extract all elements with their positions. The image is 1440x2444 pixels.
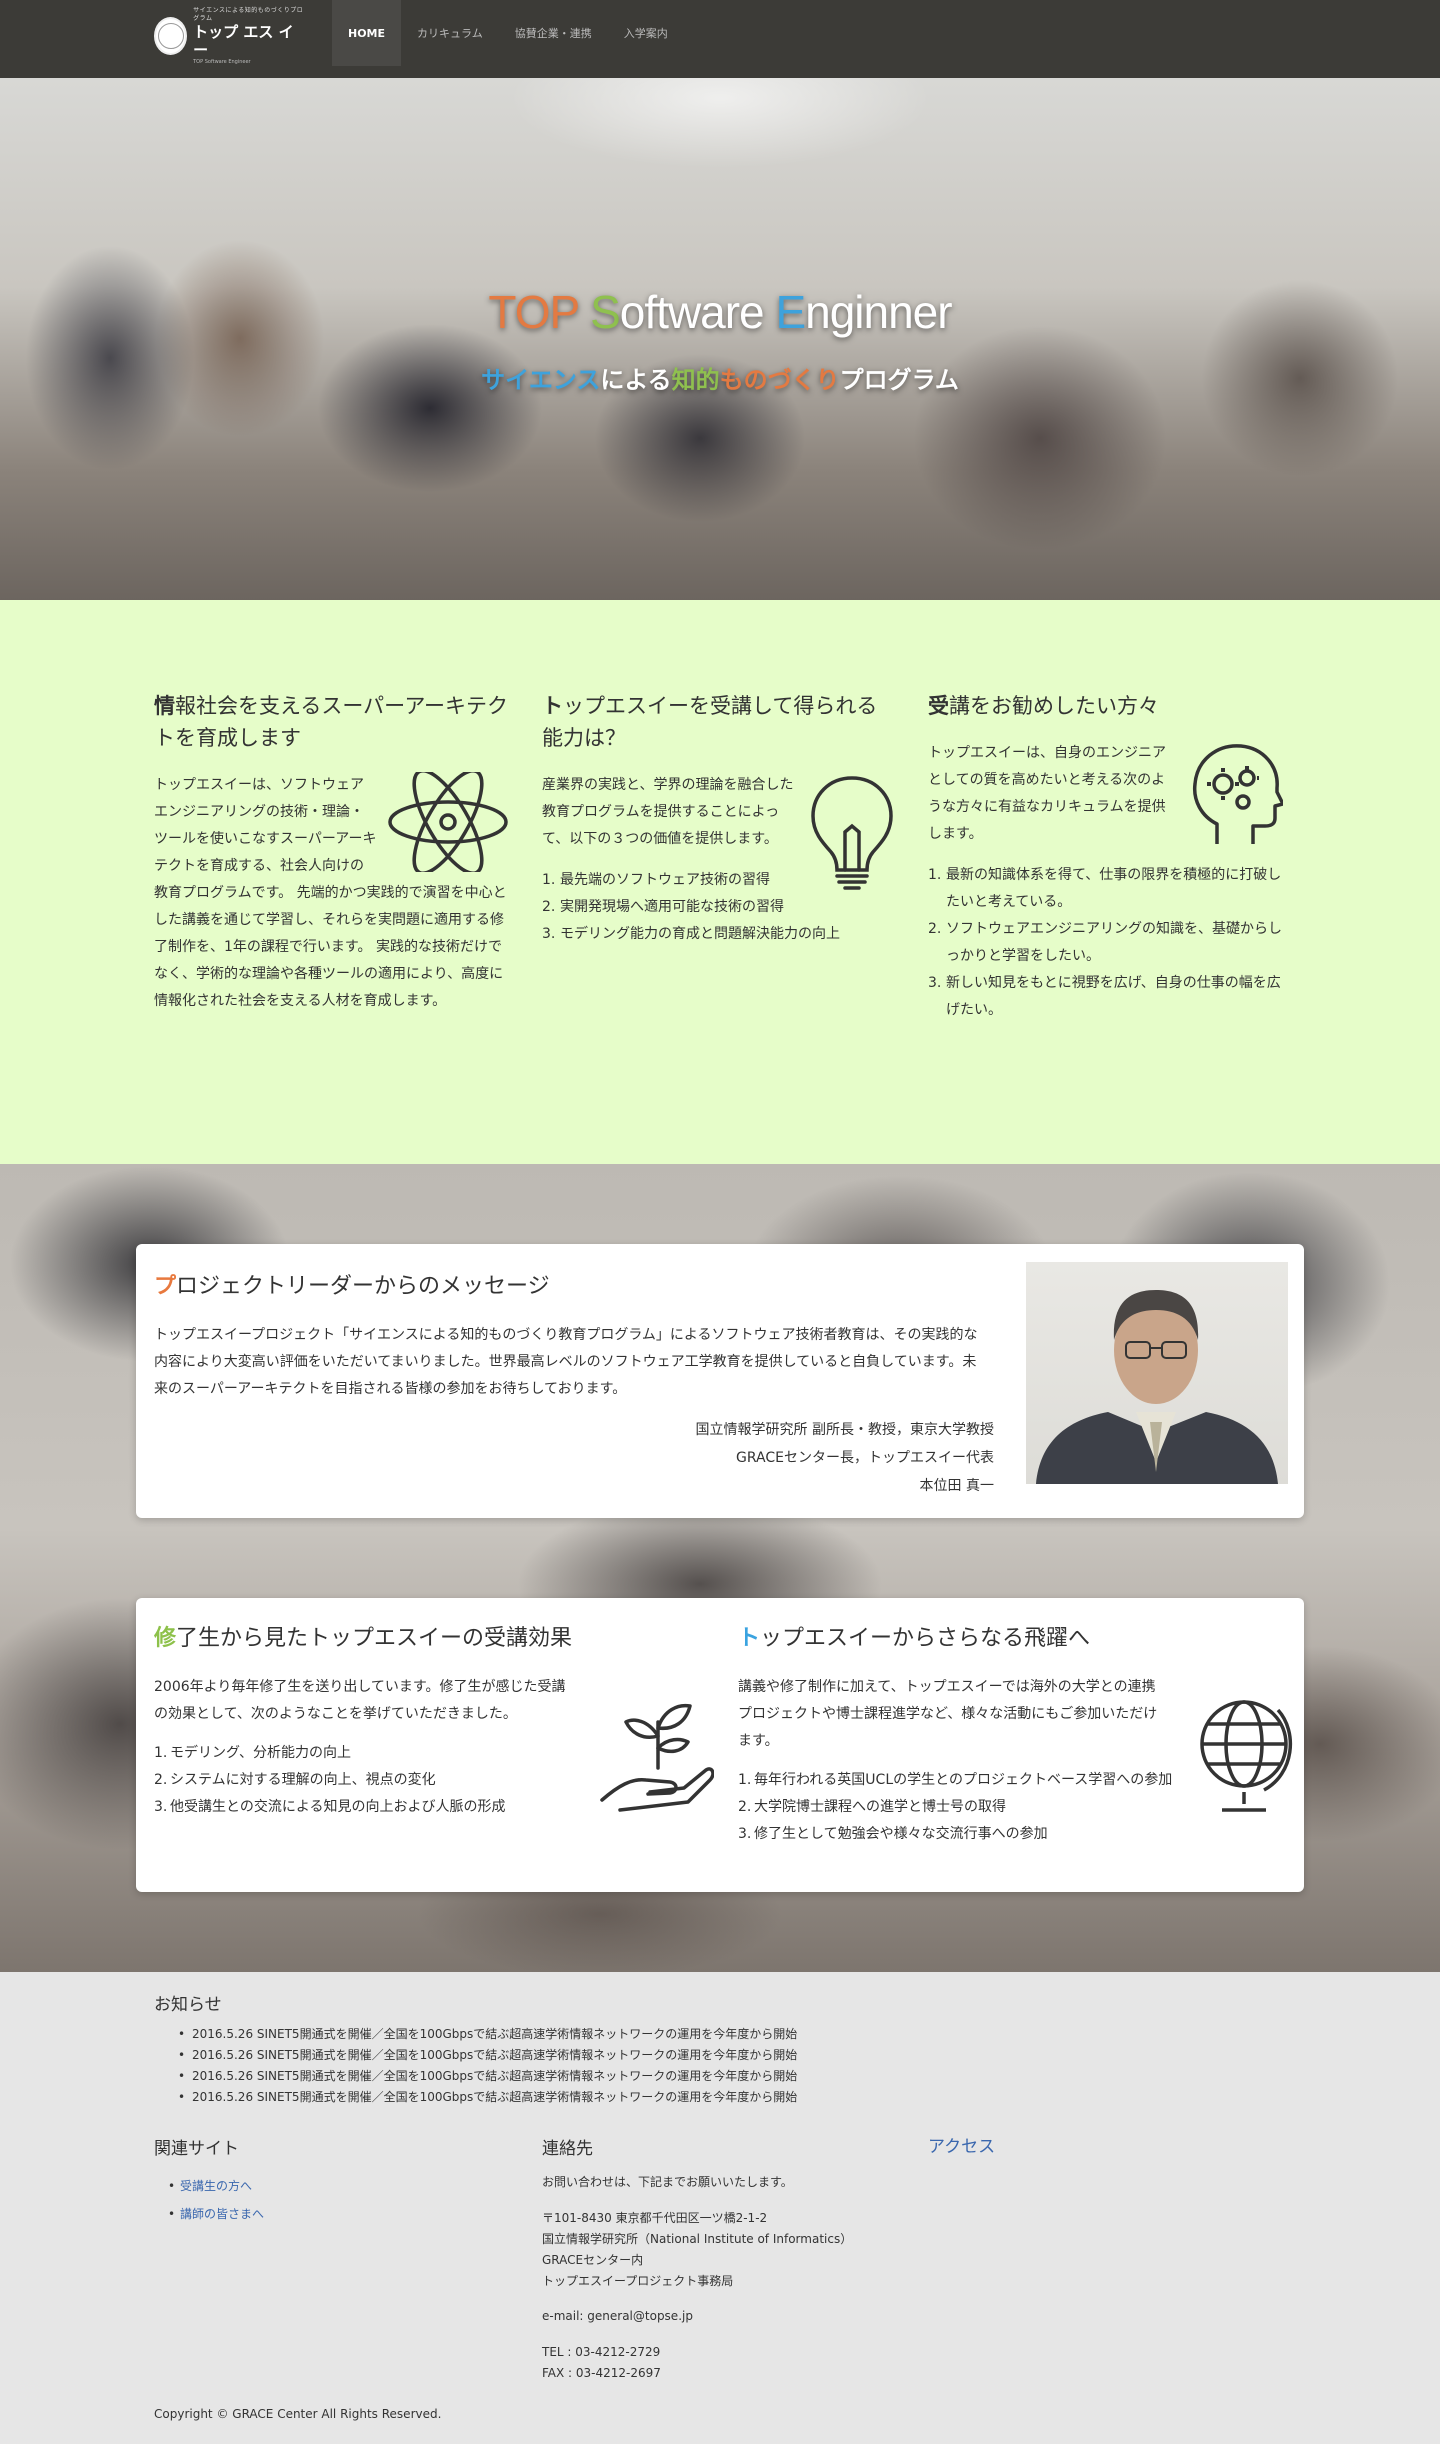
message-signature: 国立情報学研究所 副所長・教授，東京大学教授 GRACEセンター長，トップエスイ… (696, 1416, 994, 1500)
message-title: プロジェクトリーダーからのメッセージ (154, 1274, 550, 1299)
copyright: Copyright © GRACE Center All Rights Rese… (154, 2407, 442, 2421)
hero-banner: TOP Software Enginner サイエンスによる知的ものづくりプログ… (0, 78, 1440, 600)
results-body: 講義や修了制作に加えて、トップエスイーでは海外の大学との連携プロジェクトや博士課… (738, 1679, 1158, 1749)
feature-list: 1. 最先端のソフトウェア技術の習得 2. 実開発現場へ適用可能な技術の習得 3. モ… (542, 867, 897, 948)
hero-subtitle: サイエンスによる知的ものづくりプログラム (481, 366, 959, 394)
address-line: 国立情報学研究所（National Institute of Informati… (542, 2232, 853, 2246)
news-item[interactable]: 2016.5.26 SINET5開通式を開催／全国を100Gbpsで結ぶ超高速学… (178, 2045, 797, 2066)
message-body: トップエスイープロジェクト「サイエンスによる知的ものづくり教育プログラム」による… (154, 1327, 978, 1397)
nav-item-home[interactable]: HOME (332, 0, 402, 66)
list-item: 1. 最先端のソフトウェア技術の習得 (542, 872, 770, 888)
results-column-future: トップエスイーからさらなる飛躍へ 講義や修了制作に加えて、トップエスイーでは海外… (738, 1620, 1298, 1848)
leader-portrait-photo (1026, 1262, 1288, 1484)
leader-message-card: プロジェクトリーダーからのメッセージ トップエスイープロジェクト「サイエンスによ… (136, 1244, 1304, 1518)
logo-name: トップ エス イー (193, 22, 294, 59)
news-item[interactable]: 2016.5.26 SINET5開通式を開催／全国を100Gbpsで結ぶ超高速学… (178, 2024, 797, 2045)
address-line: GRACEセンター内 (542, 2253, 644, 2267)
list-item: 2. ソフトウェアエンジニアリングの知識を、基礎からしっかりと学習をしたい。 (928, 921, 1282, 964)
address-line: トップエスイープロジェクト事務局 (542, 2274, 734, 2288)
contact-email[interactable]: e-mail: general@topse.jp (542, 2306, 962, 2327)
site-logo[interactable]: サイエンスによる知的ものづくりプログラム トップ エス イー TOP Softw… (154, 7, 304, 65)
news-title: お知らせ (154, 1995, 222, 2015)
feature-title: トップエスイーを受講して得られる能力は？ (542, 694, 878, 750)
results-card: 修了生から見たトップエスイーの受講効果 2006年より毎年修了生を送り出していま… (136, 1598, 1304, 1892)
related-sites-list: 受講生の方へ 講師の皆さまへ (168, 2172, 264, 2228)
contact-address: 〒101-8430 東京都千代田区一ツ橋2-1-2 国立情報学研究所（Natio… (542, 2208, 962, 2292)
feature-list: 1. 最新の知識体系を得て、仕事の限界を積極的に打破したいと考えている。 2. ソフ… (928, 862, 1283, 1024)
related-link-students[interactable]: 受講生の方へ (168, 2172, 264, 2200)
feature-title: 情報社会を支えるスーパーアーキテクトを育成します (154, 694, 509, 750)
list-item: 2. 実開発現場へ適用可能な技術の習得 (542, 899, 784, 915)
list-item: 1. 最新の知識体系を得て、仕事の限界を積極的に打破したいと考えている。 (928, 867, 1282, 910)
news-item[interactable]: 2016.5.26 SINET5開通式を開催／全国を100Gbpsで結ぶ超高速学… (178, 2087, 797, 2108)
list-item: 3. モデリング能力の育成と問題解決能力の向上 (542, 926, 840, 942)
plant-hand-icon (600, 1703, 714, 1812)
logo-tagline: サイエンスによる知的ものづくりプログラム (193, 6, 304, 22)
contact-tel: TEL : 03-4212-2729 (542, 2345, 661, 2359)
results-title: 修了生から見たトップエスイーの受講効果 (154, 1626, 573, 1651)
globe-icon (1200, 1700, 1292, 1812)
related-link-lecturers[interactable]: 講師の皆さまへ (168, 2200, 264, 2228)
atom-icon (388, 772, 508, 872)
hero-title: TOP Software Enginner (488, 286, 952, 338)
logo-subtext: TOP Software Engineer (193, 58, 251, 65)
signature-line: GRACEセンター長，トップエスイー代表 (736, 1450, 994, 1466)
signature-line: 国立情報学研究所 副所長・教授，東京大学教授 (695, 1422, 994, 1438)
related-sites-title: 関連サイト (154, 2139, 239, 2159)
head-gears-icon (1192, 744, 1283, 844)
nav-item-curriculum[interactable]: カリキュラム (401, 0, 499, 66)
logo-seal-icon (154, 17, 188, 55)
nav-item-sponsors[interactable]: 協賛企業・連携 (499, 0, 608, 66)
results-column-effects: 修了生から見たトップエスイーの受講効果 2006年より毎年修了生を送り出していま… (154, 1620, 714, 1821)
features-section: 情報社会を支えるスーパーアーキテクトを育成します トップエスイーは、ソフトウェア… (0, 600, 1440, 1164)
list-item: 3. 新しい知見をもとに視野を広げ、自身の仕事の幅を広げたい。 (928, 975, 1281, 1018)
top-navbar: サイエンスによる知的ものづくりプログラム トップ エス イー TOP Softw… (0, 0, 1440, 78)
news-item[interactable]: 2016.5.26 SINET5開通式を開催／全国を100Gbpsで結ぶ超高速学… (178, 2066, 797, 2087)
footer: お知らせ 2016.5.26 SINET5開通式を開催／全国を100Gbpsで結… (0, 1972, 1440, 2444)
contact-fax: FAX : 03-4212-2697 (542, 2366, 661, 2380)
results-body: 2006年より毎年修了生を送り出しています。修了生が感じた受講の効果として、次の… (154, 1679, 566, 1722)
address-line: 〒101-8430 東京都千代田区一ツ橋2-1-2 (542, 2211, 768, 2225)
contact-intro: お問い合わせは、下記までお願いいたします。 (542, 2175, 793, 2189)
feature-column-audience: 受講をお勧めしたい方々 トップエスイーは、自身のエンジニアとしての質を高めたいと… (928, 690, 1283, 1024)
access-link[interactable]: アクセス (928, 2132, 995, 2157)
feature-column-abilities: トップエスイーを受講して得られる能力は？ 産業界の実践と、学界の理論を融合した教… (542, 690, 897, 948)
nav-menu: HOME カリキュラム 協賛企業・連携 入学案内 (332, 0, 684, 70)
nav-item-admission[interactable]: 入学案内 (608, 0, 684, 66)
feature-title: 受講をお勧めしたい方々 (928, 694, 1159, 718)
results-title: トップエスイーからさらなる飛躍へ (738, 1626, 1091, 1651)
feature-column-architect: 情報社会を支えるスーパーアーキテクトを育成します トップエスイーは、ソフトウェア… (154, 690, 509, 1015)
news-list: 2016.5.26 SINET5開通式を開催／全国を100Gbpsで結ぶ超高速学… (178, 2024, 797, 2108)
signature-name: 本位田 真一 (919, 1478, 994, 1494)
list-item: 3. 修了生として勉強会や様々な交流行事への参加 (738, 1826, 1048, 1842)
contact-title: 連絡先 (542, 2139, 593, 2159)
